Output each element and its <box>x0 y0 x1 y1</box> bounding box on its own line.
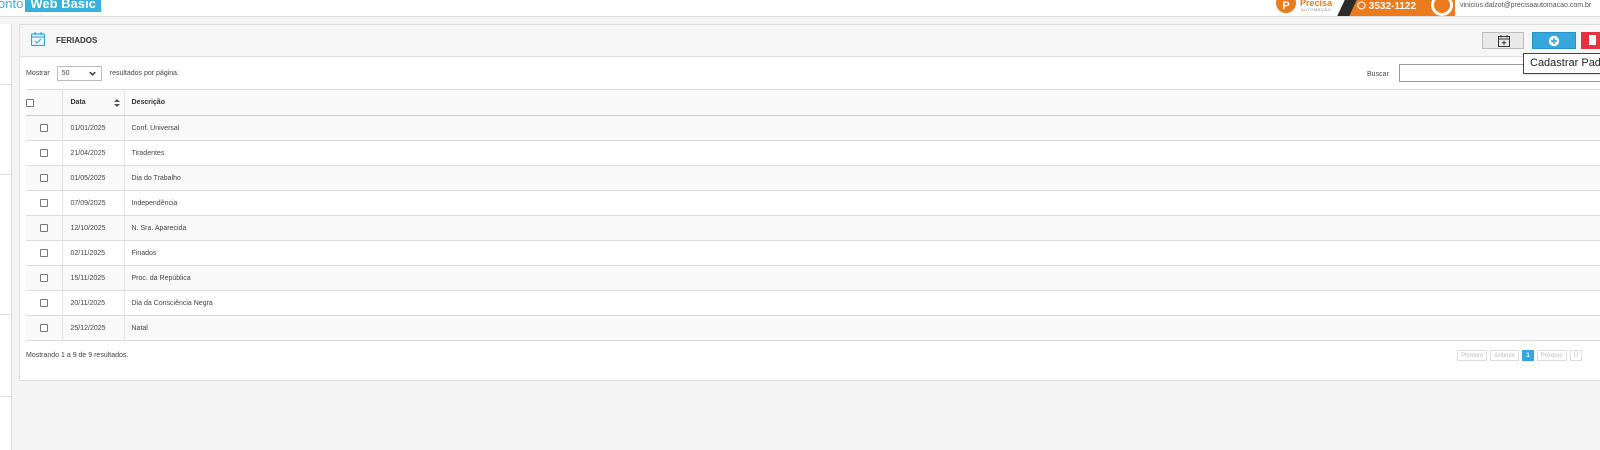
column-header-date[interactable]: Data <box>62 89 125 116</box>
chevron-down-icon <box>89 71 96 76</box>
row-select-cell <box>26 140 63 166</box>
table-row[interactable]: 12/10/2025 N. Sra. Aparecida <box>26 215 1600 241</box>
pagination: Primeiro Anterior 1 Próximo Ú <box>1457 350 1583 361</box>
row-select-cell <box>26 265 63 291</box>
cell-date: 20/11/2025 <box>62 290 125 316</box>
row-select-cell <box>26 115 63 141</box>
whatsapp-icon <box>1357 1 1366 10</box>
brand-highlight: Web Basic <box>25 0 101 12</box>
length-suffix: resultados por página. <box>109 70 180 77</box>
calendar-plus-icon <box>1498 35 1510 47</box>
pagination-page-current[interactable]: 1 <box>1522 350 1534 361</box>
row-select-cell <box>26 190 63 216</box>
calendar-check-icon <box>30 32 46 47</box>
pagination-next[interactable]: Próximo <box>1536 350 1567 361</box>
cell-description: Natal <box>124 315 1600 341</box>
row-checkbox[interactable] <box>39 224 48 232</box>
row-select-cell <box>26 315 63 341</box>
row-select-cell <box>26 290 63 316</box>
cell-date: 21/04/2025 <box>62 140 125 166</box>
page-title: FERIADOS <box>56 36 98 45</box>
row-checkbox[interactable] <box>39 174 48 182</box>
cell-description: N. Sra. Aparecida <box>124 215 1600 241</box>
row-select-cell <box>26 215 63 241</box>
search-label: Buscar <box>1367 71 1389 78</box>
cell-description: Finados <box>124 240 1600 266</box>
table-row[interactable]: 15/11/2025 Proc. da República <box>26 265 1600 291</box>
banner-phone-number: 3532-1122 <box>1368 1 1417 12</box>
sidebar-separator <box>0 396 12 397</box>
pagination-last[interactable]: Ú <box>1569 350 1583 361</box>
pagination-previous[interactable]: Anterior <box>1490 350 1520 361</box>
top-bar: onto Web Basic P Precisa AUTOMAÇÃO 3532-1… <box>0 0 1600 17</box>
cell-description: Dia da Consciência Negra <box>124 290 1600 316</box>
banner-circle-logo <box>1431 0 1453 16</box>
row-select-cell <box>26 165 63 191</box>
table-row[interactable]: 07/09/2025 Independência <box>26 190 1600 216</box>
panel-header: FERIADOS <box>20 25 1600 57</box>
trash-icon <box>1589 35 1596 45</box>
user-email[interactable]: vinicius.dalzot@precisaautomacao.com.br <box>1460 2 1591 9</box>
column-label-date: Data <box>70 99 86 106</box>
row-select-cell <box>26 240 63 266</box>
plus-circle-icon <box>1548 35 1560 47</box>
table-row[interactable]: 01/01/2025 Conf. Universal <box>26 115 1600 141</box>
sidebar-separator <box>0 84 12 85</box>
sidebar-separator <box>0 314 12 315</box>
holidays-panel: FERIADOS Mostrar 50 resultados por págin… <box>19 24 1600 381</box>
length-prefix: Mostrar <box>26 70 50 77</box>
cell-description: Independência <box>124 190 1600 216</box>
add-button[interactable] <box>1532 32 1576 49</box>
sidebar-rail <box>0 24 12 450</box>
cell-date: 25/12/2025 <box>62 315 125 341</box>
cell-date: 15/11/2025 <box>62 265 125 291</box>
pagination-first[interactable]: Primeiro <box>1457 350 1488 361</box>
tooltip: Cadastrar Pad <box>1523 53 1600 74</box>
table-row[interactable]: 25/12/2025 Natal <box>26 315 1600 341</box>
banner-logo-sub: AUTOMAÇÃO <box>1301 7 1332 12</box>
row-checkbox[interactable] <box>39 249 48 257</box>
sort-icon <box>113 99 120 107</box>
table-row[interactable]: 20/11/2025 Dia da Consciência Negra <box>26 290 1600 316</box>
table-row[interactable]: 21/04/2025 Tiradentes <box>26 140 1600 166</box>
page-length-select[interactable]: 50 <box>56 66 102 81</box>
sidebar-separator <box>0 174 12 175</box>
row-checkbox[interactable] <box>39 199 48 207</box>
row-checkbox[interactable] <box>39 299 48 307</box>
cell-date: 12/10/2025 <box>62 215 125 241</box>
page-length-value: 50 <box>61 70 70 77</box>
column-header-description[interactable]: Descrição <box>124 89 1600 116</box>
page-length-control: Mostrar 50 resultados por página. <box>26 66 179 81</box>
table-row[interactable]: 01/05/2025 Dia do Trabalho <box>26 165 1600 191</box>
table-header-row: Data Descrição <box>26 89 1600 116</box>
select-all-checkbox[interactable] <box>26 98 34 107</box>
select-all-cell <box>26 89 63 116</box>
row-checkbox[interactable] <box>39 324 48 332</box>
cell-date: 07/09/2025 <box>62 190 125 216</box>
holidays-table: Data Descrição 01/01/2025 Conf. Universal… <box>26 89 1600 341</box>
row-checkbox[interactable] <box>39 124 48 132</box>
results-info: Mostrando 1 a 9 de 9 resultados. <box>26 352 129 359</box>
precisa-banner[interactable]: P Precisa AUTOMAÇÃO 3532-1122 <box>1271 0 1455 16</box>
cell-date: 02/11/2025 <box>62 240 125 266</box>
cell-description: Tiradentes <box>124 140 1600 166</box>
table-row[interactable]: 02/11/2025 Finados <box>26 240 1600 266</box>
app-brand[interactable]: onto Web Basic <box>0 0 101 12</box>
cell-description: Conf. Universal <box>124 115 1600 141</box>
row-checkbox[interactable] <box>39 274 48 282</box>
cell-date: 01/01/2025 <box>62 115 125 141</box>
cell-description: Dia do Trabalho <box>124 165 1600 191</box>
brand-prefix: onto <box>0 0 24 11</box>
row-checkbox[interactable] <box>39 149 48 157</box>
calendar-import-button[interactable] <box>1482 32 1524 49</box>
delete-button[interactable] <box>1581 32 1600 49</box>
banner-phone: 3532-1122 <box>1357 1 1416 12</box>
cell-date: 01/05/2025 <box>62 165 125 191</box>
cell-description: Proc. da República <box>124 265 1600 291</box>
